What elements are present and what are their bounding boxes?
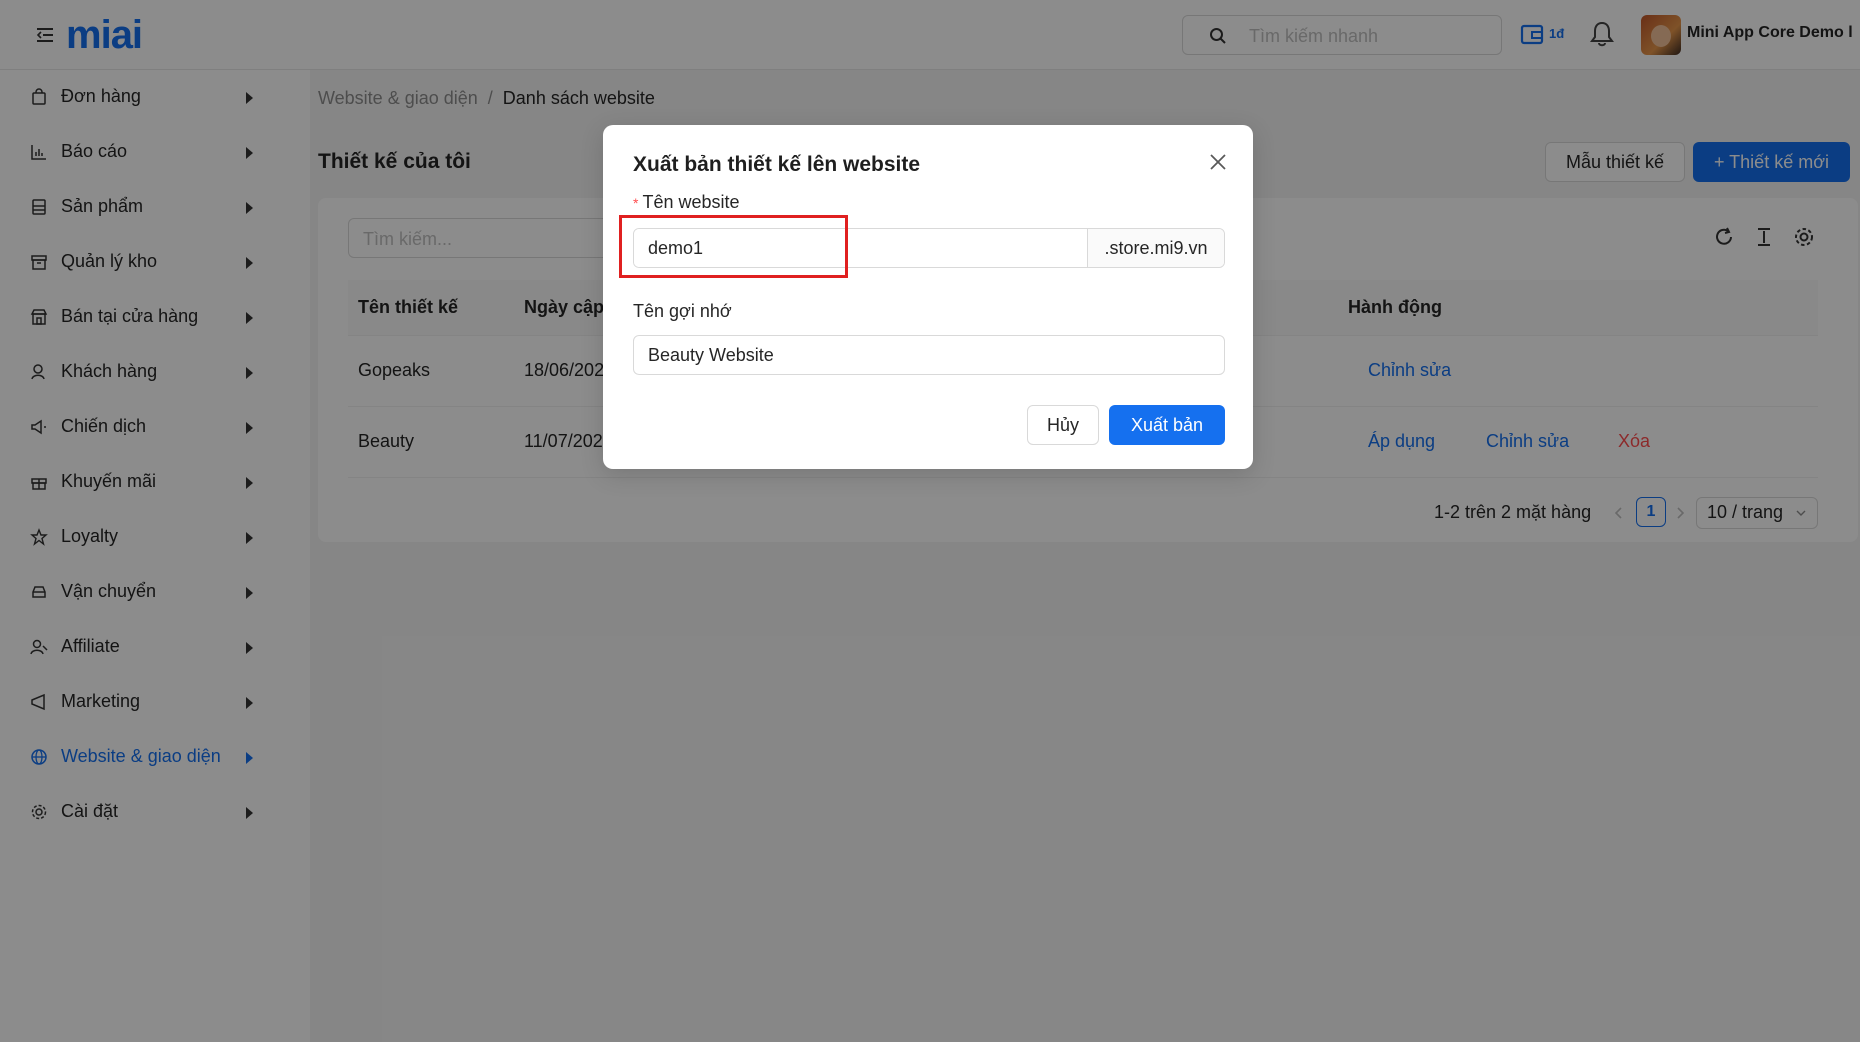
close-icon[interactable]	[1207, 151, 1229, 173]
website-name-input[interactable]	[634, 229, 1089, 267]
domain-suffix: .store.mi9.vn	[1087, 229, 1224, 267]
cancel-button[interactable]: Hủy	[1027, 405, 1099, 445]
memo-name-label: Tên gợi nhớ	[633, 301, 732, 321]
modal-title: Xuất bản thiết kế lên website	[633, 153, 921, 176]
publish-modal: Xuất bản thiết kế lên website * Tên websi…	[603, 125, 1253, 469]
publish-button[interactable]: Xuất bản	[1109, 405, 1225, 445]
website-name-field[interactable]: .store.mi9.vn	[633, 228, 1225, 268]
memo-name-input[interactable]	[633, 335, 1225, 375]
website-name-label: * Tên website	[633, 192, 740, 212]
